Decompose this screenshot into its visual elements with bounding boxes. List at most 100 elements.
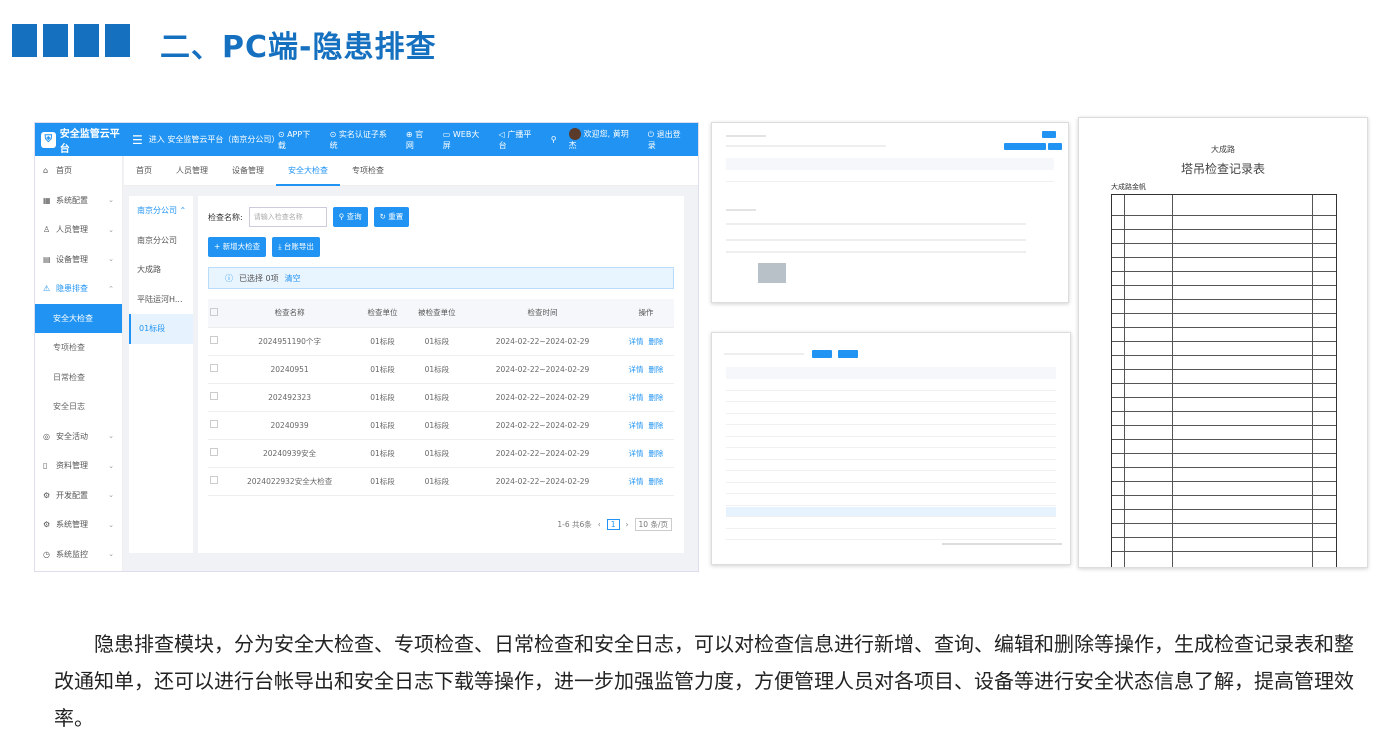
select-all-checkbox[interactable] [210, 307, 219, 316]
tab-home[interactable]: 首页 [124, 156, 164, 186]
detail-link[interactable]: 详情 [629, 365, 644, 374]
logout-link[interactable]: ⏻ 退出登录 [648, 129, 688, 151]
delete-link[interactable]: 删除 [648, 477, 663, 486]
table-row: 20240939 01标段 01标段 2024-02-22~2024-02-29 详情 … [208, 411, 674, 440]
grid-icon: ▦ [43, 195, 51, 205]
row-checkbox[interactable] [210, 476, 219, 484]
app-logo[interactable]: ⛨ 安全监管云平台 [35, 125, 124, 155]
broadcast-link[interactable]: ◁ 广播平台 [499, 129, 539, 151]
table-cell: 01标段 [358, 467, 407, 496]
menu-toggle-icon[interactable]: ☰ [132, 133, 143, 147]
doc-table [1111, 194, 1337, 567]
clear-link[interactable]: 清空 [285, 273, 301, 284]
table-cell: 20249232​3 [220, 383, 359, 412]
delete-link[interactable]: 删除 [648, 393, 663, 402]
list-screenshot [711, 332, 1071, 565]
col-header: 操作 [617, 299, 674, 328]
detail-link[interactable]: 详情 [629, 337, 644, 346]
sidebar-item-hazard[interactable]: ⚠ 隐患排查 ⌃ [35, 274, 122, 304]
tab-special-inspection[interactable]: 专项检查 [340, 156, 396, 186]
col-header: 检查名称 [220, 299, 359, 328]
table-cell: 20240951 [220, 355, 359, 384]
detail-link[interactable]: 详情 [629, 421, 644, 430]
detail-link[interactable]: 详情 [629, 393, 644, 402]
org-tree-node[interactable]: 平陆运河H... [129, 285, 193, 315]
query-button[interactable]: ⚲ 查询 [332, 207, 368, 227]
avatar [568, 128, 581, 140]
app-screenshot: ⛨ 安全监管云平台 ☰ 进入 安全监管云平台（南京分公司） ⊙ APP下载 ⊙ 实… [34, 122, 699, 572]
export-button[interactable]: ⤓ 台账导出 [272, 237, 320, 257]
delete-link[interactable]: 删除 [648, 337, 663, 346]
org-tree-node[interactable]: 南京分公司 [129, 226, 193, 256]
sidebar-item-monitor[interactable]: ◷ 系统监控 ⌄ [35, 540, 122, 570]
row-checkbox[interactable] [210, 336, 219, 344]
website-link[interactable]: ⊕ 官网 [406, 129, 431, 151]
org-tree: 南京分公司 ⌃ 南京分公司 大成路 平陆运河H... 01标段 [129, 196, 193, 553]
row-checkbox[interactable] [210, 420, 219, 428]
gear-icon: ⚙ [43, 490, 51, 500]
table-cell: 01标段 [406, 327, 468, 356]
sidebar-sub-special-inspection[interactable]: 专项检查 [35, 333, 122, 363]
table-cell: 2024022932安全大检查 [220, 467, 359, 496]
app-download-link[interactable]: ⊙ APP下载 [278, 129, 318, 151]
table-cell: 01标段 [406, 355, 468, 384]
table-cell: 01标段 [358, 411, 407, 440]
home-icon: ⌂ [43, 166, 49, 176]
web-screen-link[interactable]: ▭ WEB大屏 [443, 129, 487, 151]
enter-platform-link[interactable]: 进入 安全监管云平台（南京分公司） [149, 134, 280, 145]
delete-link[interactable]: 删除 [648, 449, 663, 458]
sidebar: ⌂ 首页 ▦ 系统配置 ⌄ ♙ 人员管理 ⌄ ▤ 设备管理 ⌄ ⚠ 隐患排查 ⌃ 安全大检查 专项… [35, 156, 123, 571]
sidebar-item-documents[interactable]: ▯ 资料管理 ⌄ [35, 451, 122, 481]
sidebar-item-personnel[interactable]: ♙ 人员管理 ⌄ [35, 215, 122, 245]
search-input[interactable]: 请输入检查名称 [248, 207, 327, 227]
row-checkbox[interactable] [210, 392, 219, 400]
detail-link[interactable]: 详情 [629, 449, 644, 458]
sidebar-item-dev-config[interactable]: ⚙ 开发配置 ⌄ [35, 481, 122, 511]
row-checkbox[interactable] [210, 364, 219, 372]
chevron-left-icon[interactable]: ‹ [598, 520, 601, 529]
tab-major-inspection[interactable]: 安全大检查 [276, 156, 340, 186]
col-header: 检查单位 [358, 299, 407, 328]
sidebar-sub-major-inspection[interactable]: 安全大检查 [35, 303, 122, 333]
page-number[interactable]: 1 [606, 519, 620, 530]
sidebar-item-system-admin[interactable]: ⚙ 系统管理 ⌄ [35, 510, 122, 540]
search-icon[interactable]: ⚲ [551, 135, 557, 144]
add-inspection-button[interactable]: + 新增大检查 [208, 237, 267, 257]
table-cell: 01标段 [406, 439, 468, 468]
col-header: 检查时间 [467, 299, 618, 328]
realname-link[interactable]: ⊙ 实名认证子系统 [330, 129, 394, 151]
delete-link[interactable]: 删除 [648, 365, 663, 374]
table-row: 20240939安全 01标段 01标段 2024-02-22~2024-02-29 详… [208, 439, 674, 468]
delete-link[interactable]: 删除 [648, 421, 663, 430]
sidebar-item-devices[interactable]: ▤ 设备管理 ⌄ [35, 245, 122, 275]
table-row: 20240951 01标段 01标段 2024-02-22~2024-02-29 详情 … [208, 355, 674, 384]
org-tree-node-selected[interactable]: 01标段 [129, 314, 193, 344]
chevron-down-icon: ⌄ [108, 550, 114, 559]
row-checkbox[interactable] [210, 448, 219, 456]
org-tree-node[interactable]: 大成路 [129, 255, 193, 285]
table-cell: 2024-02-22~2024-02-29 [467, 383, 618, 412]
record-document: 大成路 塔吊检查记录表 大成路金帆 [1078, 117, 1368, 568]
chevron-down-icon: ⌄ [108, 225, 114, 234]
tab-personnel[interactable]: 人员管理 [164, 156, 220, 186]
sidebar-item-system-config[interactable]: ▦ 系统配置 ⌄ [35, 186, 122, 216]
reset-button[interactable]: ↻ 重置 [373, 207, 410, 227]
file-icon: ▯ [43, 461, 48, 471]
detail-link[interactable]: 详情 [629, 477, 644, 486]
user-menu[interactable]: 欢迎您, 黄玥杰 [568, 128, 636, 151]
table-row: 20249232​3 01标段 01标段 2024-02-22~2024-02-29 详… [208, 383, 674, 412]
search-icon: ⚲ [338, 212, 345, 221]
chevron-right-icon[interactable]: › [626, 520, 629, 529]
sidebar-item-home[interactable]: ⌂ 首页 [35, 156, 122, 186]
main-panel: 检查名称: 请输入检查名称 ⚲ 查询 ↻ 重置 + 新增大检查 ⤓ 台账导出 ⓘ… [198, 196, 684, 553]
chevron-down-icon: ⌄ [108, 461, 114, 470]
org-tree-root[interactable]: 南京分公司 ⌃ [129, 196, 193, 226]
page-size-select[interactable]: 10 条/页 [634, 518, 672, 531]
detail-screenshot [711, 122, 1069, 303]
sidebar-item-safety-activity[interactable]: ◎ 安全活动 ⌄ [35, 422, 122, 452]
sidebar-sub-safety-log[interactable]: 安全日志 [35, 392, 122, 422]
doc-title: 塔吊检查记录表 [1180, 162, 1265, 176]
sidebar-sub-daily-inspection[interactable]: 日常检查 [35, 363, 122, 393]
user-icon: ♙ [43, 225, 51, 235]
tab-devices[interactable]: 设备管理 [220, 156, 276, 186]
